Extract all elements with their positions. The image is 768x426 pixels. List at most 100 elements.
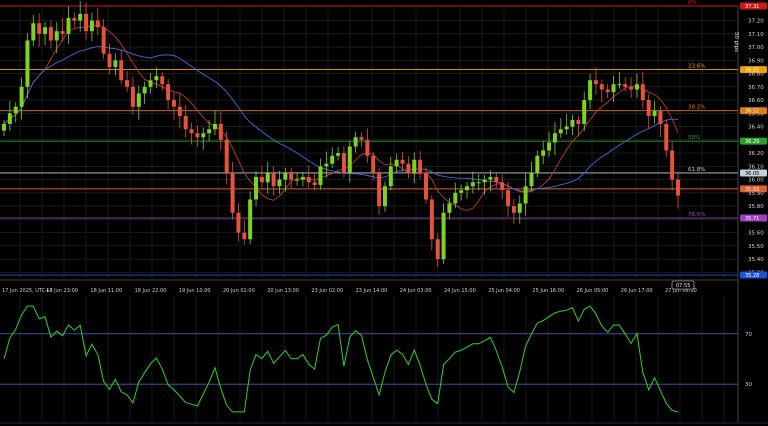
candle-body (224, 139, 229, 173)
candle-body (470, 182, 475, 187)
candle-body (646, 100, 651, 116)
candle-body (588, 80, 593, 101)
candle-body (7, 113, 12, 124)
time-tick-label: 24 Jun 03:00 (400, 288, 432, 294)
candle-body (664, 123, 669, 151)
candle-body (107, 53, 112, 67)
time-tick-label: 23 Jun 02:00 (311, 288, 343, 294)
candle-body (570, 119, 575, 127)
candle-body (640, 84, 645, 101)
time-tick-label: 26 Jun 17:00 (621, 288, 653, 294)
candle-body (435, 239, 440, 260)
price-tick-label: 36.70 (748, 85, 764, 91)
price-tick-label: 36.20 (748, 151, 764, 157)
candle-body (306, 176, 311, 183)
candle-body (189, 129, 194, 134)
price-tick-label: 37.00 (748, 45, 764, 51)
candle-body (330, 155, 335, 164)
candle-body (130, 86, 135, 107)
fib-price-label: 35.28 (745, 273, 759, 279)
time-tick-label: 19 Jun 10:00 (179, 288, 211, 294)
fib-price-label: 36.52 (745, 109, 759, 115)
candle-body (582, 100, 587, 124)
time-tick-label: 25 Jun 16:00 (532, 288, 564, 294)
time-tick-label: 17 Jun 2025, UTC+0 (2, 288, 53, 294)
candle-body (95, 20, 100, 28)
candle-body (72, 17, 77, 21)
candle-body (89, 20, 94, 32)
candle-body (347, 146, 352, 173)
fib-price-label: 36.83 (745, 68, 759, 74)
candle-body (60, 31, 65, 34)
candle-body (19, 86, 24, 107)
fib-price-label: 35.71 (745, 216, 759, 222)
candle-body (218, 123, 223, 140)
candle-body (523, 186, 528, 204)
pip-label: 50 pips (733, 32, 739, 52)
rsi-tick-label: 70 (745, 332, 752, 338)
candle-body (66, 17, 71, 34)
price-tick-label: 35.50 (748, 244, 764, 250)
fib-price-label: 35.93 (745, 187, 759, 193)
candle-body (365, 139, 370, 156)
price-tick-label: 36.00 (748, 178, 764, 184)
candle-body (459, 190, 464, 193)
price-tick-label: 37.20 (748, 19, 764, 25)
candle-body (623, 84, 628, 87)
candle-body (230, 172, 235, 213)
candle-body (171, 100, 176, 107)
candle-body (388, 166, 393, 187)
candle-body (142, 86, 147, 94)
candle-body (177, 106, 182, 116)
candle-body (541, 150, 546, 156)
price-tick-label: 35.80 (748, 204, 764, 210)
candle-body (453, 192, 458, 204)
price-tick-label: 36.10 (748, 164, 764, 170)
candle-body (248, 199, 253, 240)
candle-body (265, 172, 270, 183)
candle-body (183, 115, 188, 130)
price-tick-label: 36.40 (748, 125, 764, 131)
candle-body (318, 166, 323, 185)
fib-level-label: 23.6% (688, 64, 705, 70)
candle-body (423, 172, 428, 200)
candle-body (576, 119, 581, 124)
price-tick-label: 36.90 (748, 58, 764, 64)
fib-level-label: 38.2% (688, 105, 705, 111)
candle-body (31, 23, 36, 41)
candle-body (599, 84, 604, 90)
candle-body (277, 179, 282, 187)
candle-body (611, 84, 616, 93)
candle-body (412, 159, 417, 173)
candle-body (506, 190, 511, 207)
fib-level-label: 50% (688, 135, 700, 141)
candle-body (488, 176, 493, 180)
candle-body (160, 76, 165, 85)
candle-body (500, 182, 505, 191)
fib-price-label: 36.05 (745, 171, 759, 177)
candle-body (242, 232, 247, 240)
candle-body (382, 186, 387, 207)
candle-body (78, 13, 83, 21)
time-tick-label: 26 Jun 05:00 (577, 288, 609, 294)
candle-body (259, 176, 264, 183)
candle-body (154, 76, 159, 81)
candle-body (2, 123, 6, 131)
candle-body (271, 172, 276, 187)
candle-body (400, 159, 405, 164)
candle-body (101, 27, 106, 54)
price-tick-label: 36.60 (748, 98, 764, 104)
time-tick-label: 23 Jun 14:00 (356, 288, 388, 294)
current-time-label: 07:55 (676, 283, 690, 289)
time-tick-label: 20 Jun 13:00 (267, 288, 299, 294)
candle-body (564, 126, 569, 130)
chart-canvas[interactable]: 0% 23.6% 38.2% 50% 61.8% 78.6% 37.20 37.10 37.0… (0, 0, 768, 426)
candle-body (634, 84, 639, 90)
time-tick-label: 25 Jun 04:00 (488, 288, 520, 294)
candle-body (54, 31, 59, 41)
candle-body (48, 27, 53, 41)
candle-body (552, 133, 557, 143)
candle-body (517, 203, 522, 213)
candle-body (84, 13, 89, 32)
candle-body (558, 129, 563, 134)
